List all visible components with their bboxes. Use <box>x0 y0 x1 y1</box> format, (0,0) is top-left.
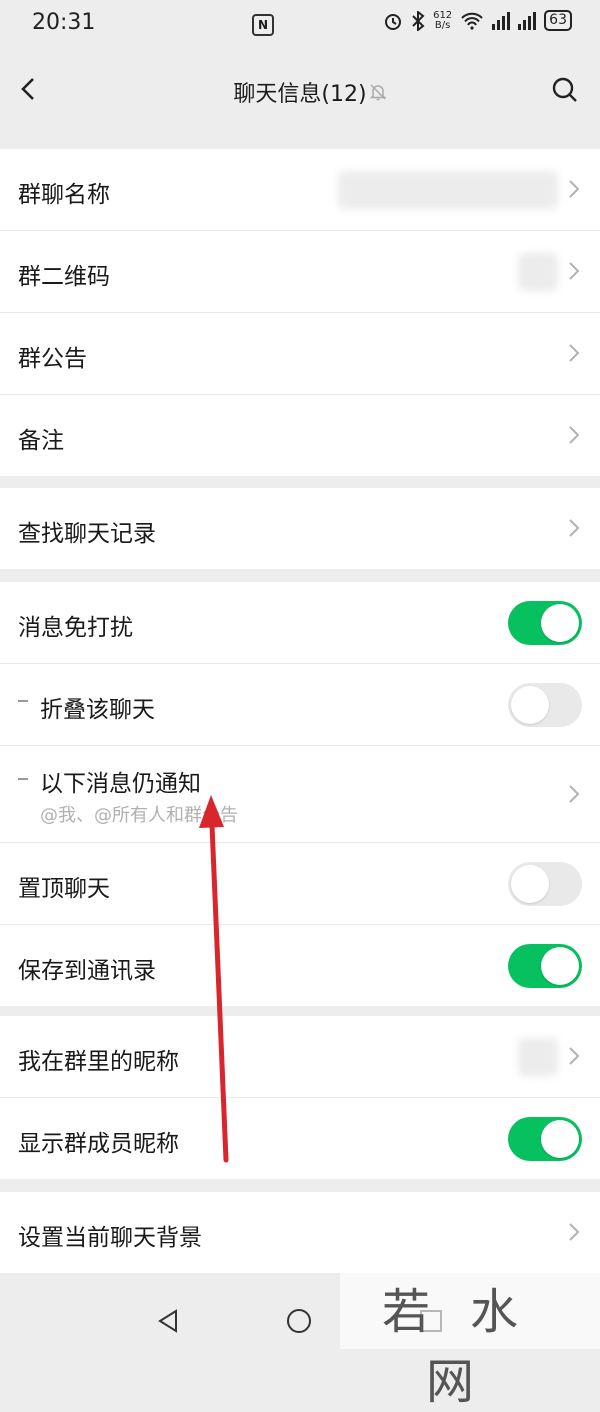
chevron-right-icon <box>569 344 580 362</box>
blurred-value <box>338 171 558 209</box>
header: 聊天信息(12) <box>0 50 600 130</box>
do-not-disturb-row: 消息免打扰 <box>0 582 600 664</box>
chevron-right-icon <box>569 785 580 803</box>
chevron-right-icon <box>569 180 580 198</box>
dash-icon <box>18 778 28 780</box>
group-notice-label: 群公告 <box>18 346 87 372</box>
chat-background-row[interactable]: 设置当前聊天背景 <box>0 1192 600 1273</box>
chevron-right-icon <box>569 1223 580 1241</box>
status-bar: 20:31 N 612 B/s 63 <box>0 0 600 50</box>
do-not-disturb-toggle[interactable] <box>508 601 582 645</box>
show-member-nicknames-label: 显示群成员昵称 <box>18 1131 179 1157</box>
fold-chat-toggle[interactable] <box>508 683 582 727</box>
nickname-section: 我在群里的昵称 显示群成员昵称 <box>0 1016 600 1179</box>
speed-value: 612 <box>433 9 453 21</box>
notification-section: 消息免打扰 折叠该聊天 以下消息仍通知 @我、@所有人和群公告 置顶聊天 保存到… <box>0 582 600 1006</box>
search-history-label: 查找聊天记录 <box>18 521 156 547</box>
chevron-right-icon <box>569 519 580 537</box>
nav-home-button[interactable] <box>286 1308 312 1334</box>
fold-chat-row: 折叠该聊天 <box>0 664 600 746</box>
nav-back-button[interactable] <box>155 1308 181 1334</box>
page-title: 聊天信息(12) <box>233 82 367 107</box>
group-notice-row[interactable]: 群公告 <box>0 313 600 395</box>
blurred-nickname <box>518 1038 558 1076</box>
status-right: 612 B/s 63 <box>383 10 572 31</box>
notify-exceptions-label: 以下消息仍通知 <box>40 771 201 797</box>
show-member-nicknames-row: 显示群成员昵称 <box>0 1098 600 1179</box>
watermark: 若水网 <box>340 1270 600 1410</box>
network-speed: 612 B/s <box>433 9 453 31</box>
status-time: 20:31 <box>32 10 96 35</box>
my-nickname-row[interactable]: 我在群里的昵称 <box>0 1016 600 1098</box>
chat-background-label: 设置当前聊天背景 <box>18 1225 202 1251</box>
signal-icon <box>492 11 511 30</box>
save-contacts-label: 保存到通讯录 <box>18 958 156 984</box>
fold-chat-label: 折叠该聊天 <box>40 697 155 723</box>
alarm-icon <box>385 13 402 30</box>
chat-background-section: 设置当前聊天背景 <box>0 1192 600 1273</box>
search-history-section: 查找聊天记录 <box>0 488 600 569</box>
dash-icon <box>18 700 28 702</box>
pin-chat-toggle[interactable] <box>508 862 582 906</box>
notify-exceptions-sublabel: @我、@所有人和群公告 <box>40 805 238 826</box>
bell-off-icon <box>369 84 387 101</box>
save-contacts-toggle[interactable] <box>508 944 582 988</box>
search-history-row[interactable]: 查找聊天记录 <box>0 488 600 569</box>
battery-icon: 63 <box>544 10 572 31</box>
chevron-right-icon <box>569 426 580 444</box>
do-not-disturb-label: 消息免打扰 <box>18 615 133 641</box>
save-contacts-row: 保存到通讯录 <box>0 925 600 1006</box>
group-info-section: 群聊名称 群二维码 群公告 备注 <box>0 149 600 476</box>
search-button[interactable] <box>550 75 580 105</box>
chevron-right-icon <box>569 1047 580 1065</box>
group-qrcode-row[interactable]: 群二维码 <box>0 231 600 313</box>
my-nickname-label: 我在群里的昵称 <box>18 1049 179 1075</box>
show-member-nicknames-toggle[interactable] <box>508 1117 582 1161</box>
nfc-icon: N <box>252 14 274 36</box>
notify-exceptions-row[interactable]: 以下消息仍通知 @我、@所有人和群公告 <box>0 746 600 843</box>
signal-icon-2 <box>518 11 537 30</box>
pin-chat-label: 置顶聊天 <box>18 876 110 902</box>
wifi-icon <box>461 12 483 30</box>
pin-chat-row: 置顶聊天 <box>0 843 600 925</box>
remark-row[interactable]: 备注 <box>0 395 600 476</box>
bluetooth-icon <box>412 10 425 31</box>
remark-label: 备注 <box>18 428 64 454</box>
group-name-row[interactable]: 群聊名称 <box>0 149 600 231</box>
speed-unit: B/s <box>434 19 451 31</box>
blurred-qrcode <box>518 253 558 291</box>
watermark-text: 若水网 <box>381 1284 558 1410</box>
group-qrcode-label: 群二维码 <box>18 264 110 290</box>
group-name-label: 群聊名称 <box>18 182 110 208</box>
chevron-right-icon <box>569 262 580 280</box>
